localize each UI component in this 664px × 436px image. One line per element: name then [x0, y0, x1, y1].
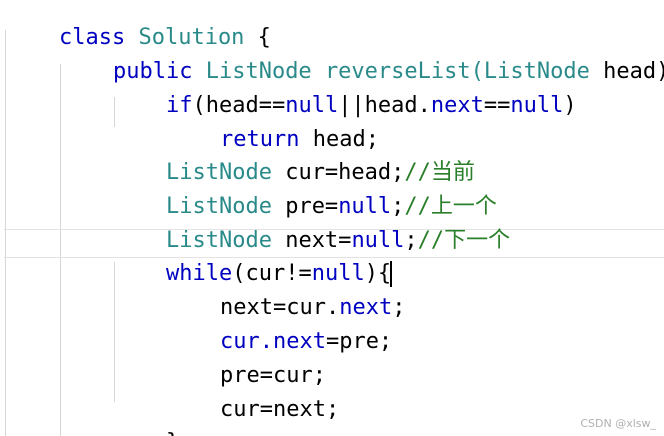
- code-line-advance-cur[interactable]: cur=next;: [167, 365, 339, 422]
- code-line-pre-declaration[interactable]: ListNode pre=null;//上一个: [113, 162, 497, 219]
- code-line-if-condition[interactable]: if(head==null||head.next==null): [113, 61, 577, 118]
- watermark: CSDN @xlsw_: [580, 417, 656, 430]
- code-line-next-declaration[interactable]: ListNode next=null;//下一个: [113, 196, 510, 253]
- code-line-close-brace[interactable]: }: [113, 398, 179, 436]
- code-editor[interactable]: class Solution { public ListNode reverse…: [0, 0, 664, 436]
- code-line-while-loop[interactable]: while(cur!=null){: [113, 229, 393, 287]
- code-line-method-signature[interactable]: public ListNode reverseList(ListNode hea…: [60, 27, 664, 84]
- code-line-assign-next[interactable]: next=cur.next;: [167, 263, 405, 320]
- code-line-return[interactable]: return head;: [167, 95, 379, 152]
- code-line-reverse-link[interactable]: cur.next=pre;: [167, 297, 392, 354]
- comment: //下一个: [417, 228, 511, 253]
- code-line-class-declaration[interactable]: class Solution {: [6, 0, 271, 50]
- code-line-advance-pre[interactable]: pre=cur;: [167, 331, 326, 388]
- code-line-cur-declaration[interactable]: ListNode cur=head;//当前: [113, 128, 475, 185]
